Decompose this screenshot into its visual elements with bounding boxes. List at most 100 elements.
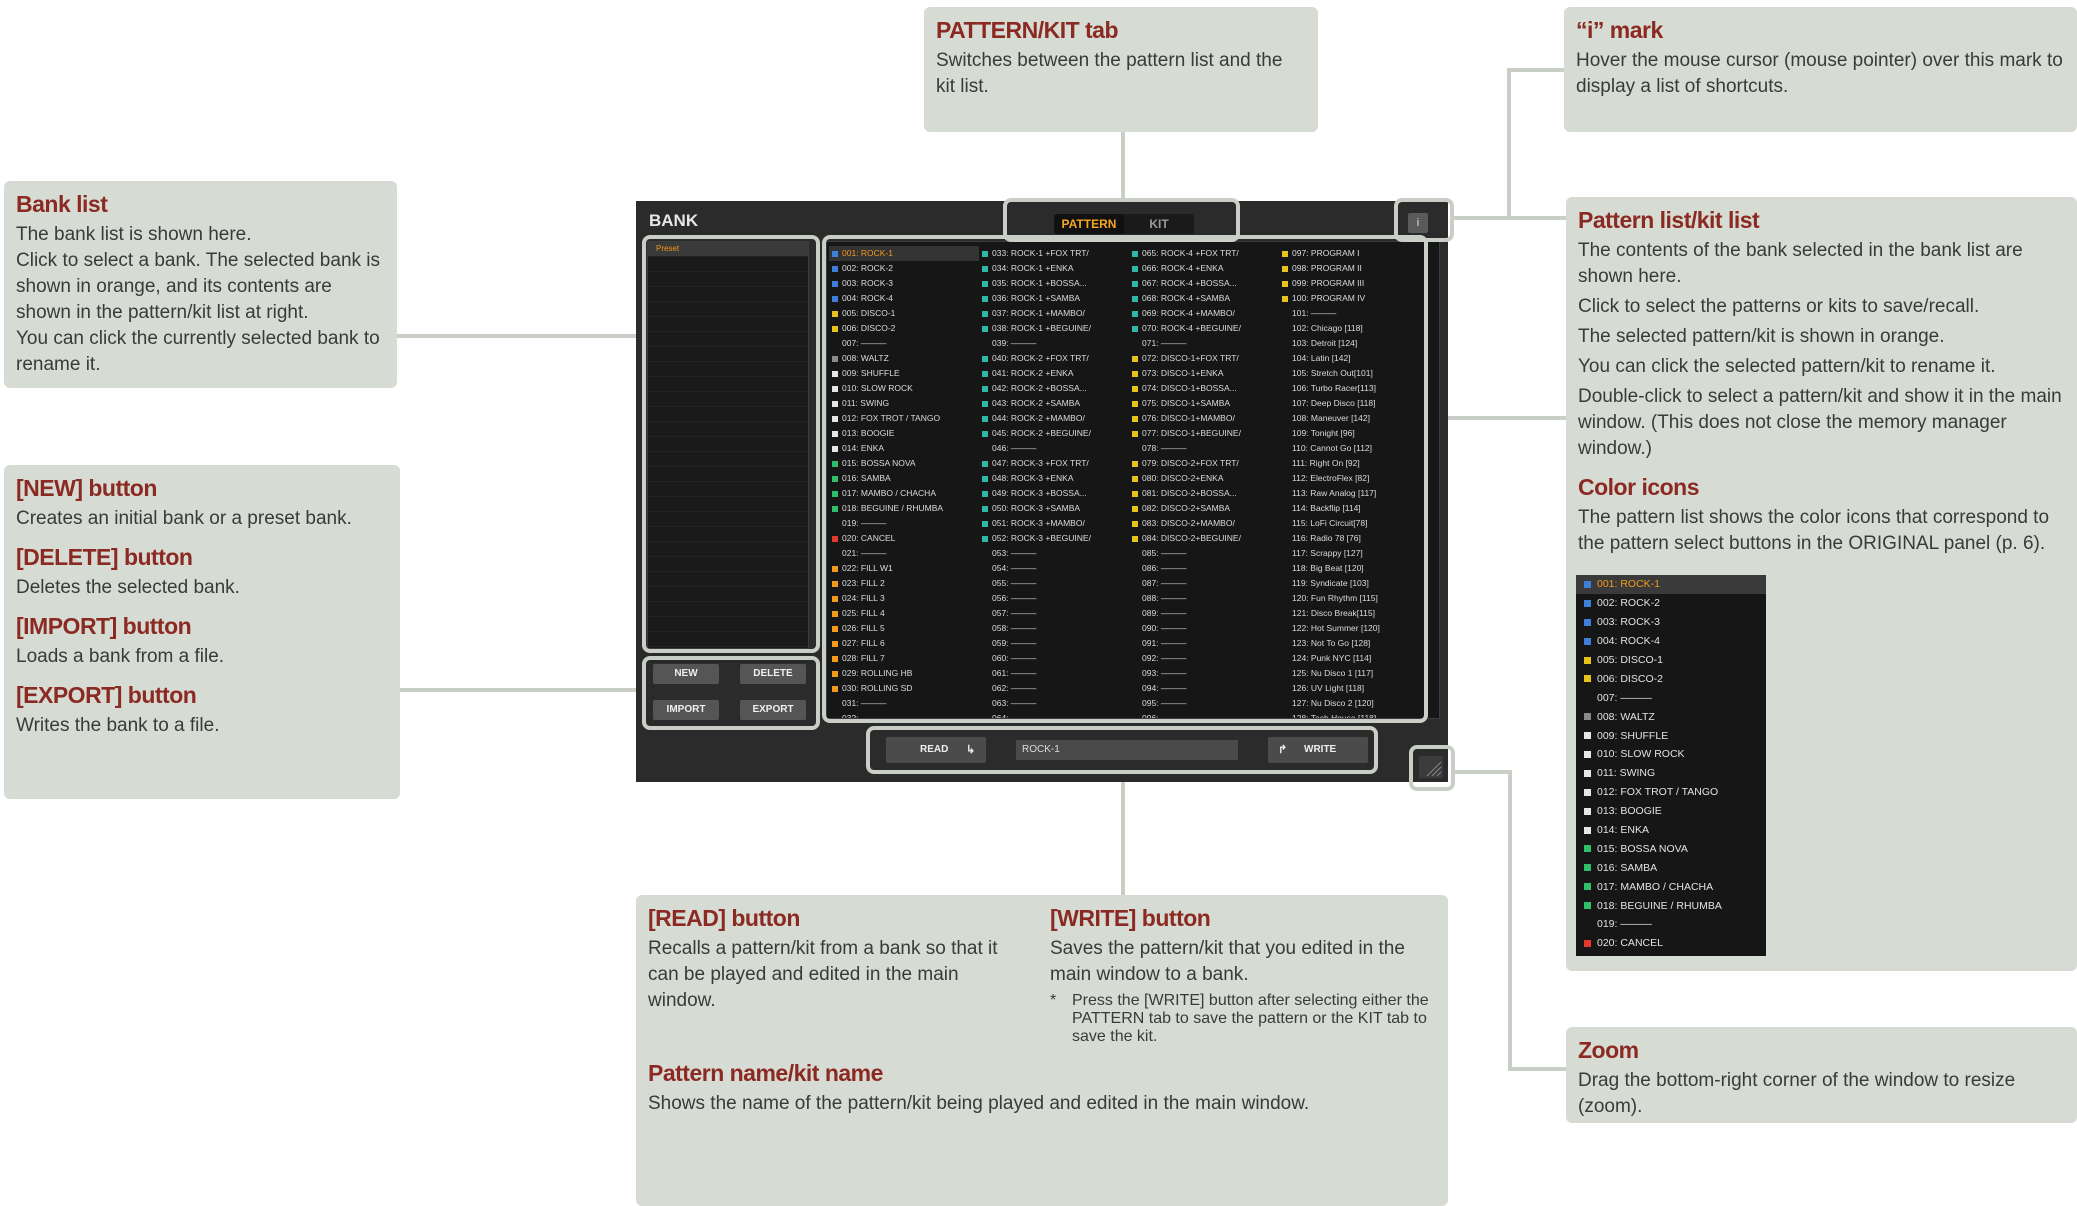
color-list-label: 007: ———: [1597, 691, 1652, 704]
color-list-label: 004: ROCK-4: [1597, 635, 1661, 648]
color-list-label: 017: MAMBO / CHACHA: [1597, 880, 1714, 893]
color-list-item: 010: SLOW ROCK: [1576, 745, 1766, 764]
color-list-label: 016: SAMBA: [1597, 861, 1658, 874]
color-list-item: 004: ROCK-4: [1576, 632, 1766, 651]
color-icon: [1584, 902, 1591, 910]
callout-zoom: Zoom Drag the bottom-right corner of the…: [1566, 1027, 2077, 1123]
color-icon-list: 001: ROCK-1 002: ROCK-2 003: ROCK-3 004: RO…: [1576, 575, 1766, 956]
color-list-label: 005: DISCO-1: [1597, 654, 1663, 666]
callout-heading: “i” mark: [1576, 17, 1663, 43]
color-list-label: 011: SWING: [1597, 767, 1656, 780]
highlight-bank-buttons: [642, 656, 820, 730]
color-list-item: 003: ROCK-3: [1576, 613, 1766, 632]
color-list-label: 009: SHUFFLE: [1597, 729, 1669, 742]
callout-text: The pattern list shows the color icons t…: [1578, 507, 2050, 554]
callout-text: Loads a bank from a file.: [16, 646, 225, 667]
color-list-item: 009: SHUFFLE: [1576, 726, 1766, 745]
color-icon: [1584, 694, 1591, 701]
callout-heading: Zoom: [1578, 1037, 1639, 1063]
note-text: Press the [WRITE] button after selecting…: [1072, 992, 1429, 1045]
color-icon: [1584, 580, 1591, 588]
color-icon: [1584, 921, 1591, 928]
color-icon: [1584, 807, 1591, 815]
callout-heading: [READ] button: [648, 905, 800, 931]
callout-buttons: [NEW] button Creates an initial bank or …: [4, 465, 400, 799]
color-list-label: 003: ROCK-3: [1597, 616, 1661, 629]
callout-text: The contents of the bank selected in the…: [1578, 240, 2023, 287]
color-icon: [1584, 826, 1591, 834]
color-icon: [1584, 732, 1591, 740]
highlight-bank-list: [642, 235, 820, 653]
callout-heading: PATTERN/KIT tab: [936, 17, 1119, 43]
callout-heading: [DELETE] button: [16, 544, 193, 570]
color-icon: [1584, 656, 1591, 664]
callout-text: You can click the selected pattern/kit t…: [1578, 356, 1996, 377]
callout-text: Writes the bank to a file.: [16, 715, 220, 736]
callout-text: Click to select the patterns or kits to …: [1578, 296, 1980, 317]
color-list-label: 001: ROCK-1: [1597, 578, 1661, 591]
color-list-label: 014: ENKA: [1597, 824, 1649, 837]
window-title: BANK: [649, 211, 699, 230]
color-list-item: 005: DISCO-1: [1576, 651, 1766, 670]
callout-text: Switches between the pattern list and th…: [936, 50, 1283, 97]
note-mark: *: [1050, 992, 1057, 1009]
highlight-pattern-list: [822, 235, 1428, 723]
color-list-item: 013: BOOGIE: [1576, 802, 1766, 821]
color-icon: [1584, 713, 1591, 721]
color-icon: [1584, 675, 1591, 683]
color-list-label: 019: ———: [1597, 918, 1652, 931]
color-list-item: 012: FOX TROT / TANGO: [1576, 783, 1766, 802]
color-list-label: 020: CANCEL: [1597, 937, 1663, 950]
callout-text: Drag the bottom-right corner of the wind…: [1578, 1070, 2016, 1117]
callout-heading: [IMPORT] button: [16, 613, 192, 639]
color-list-item: 016: SAMBA: [1576, 858, 1766, 877]
callout-i-mark: “i” mark Hover the mouse cursor (mouse p…: [1564, 7, 2077, 132]
callout-heading: [WRITE] button: [1050, 905, 1211, 931]
color-list-label: 012: FOX TROT / TANGO: [1597, 786, 1719, 799]
highlight-zoom: [1409, 745, 1455, 791]
callout-heading: Pattern list/kit list: [1578, 207, 1760, 233]
color-list-item: 018: BEGUINE / RHUMBA: [1576, 896, 1766, 915]
color-list-item: 014: ENKA: [1576, 821, 1766, 840]
color-list-item: 015: BOSSA NOVA: [1576, 839, 1766, 858]
callout-pattern-kit-tab: PATTERN/KIT tab Switches between the pat…: [924, 7, 1318, 132]
color-list-label: 008: WALTZ: [1597, 710, 1655, 723]
color-list-label: 002: ROCK-2: [1597, 597, 1661, 610]
callout-text: You can click the currently selected ban…: [16, 328, 380, 375]
callout-read-write: [READ] button Recalls a pattern/kit from…: [636, 895, 1448, 1206]
color-list-label: 010: SLOW ROCK: [1597, 748, 1685, 761]
color-list-item: 019: ———: [1576, 915, 1766, 934]
callout-text: Saves the pattern/kit that you edited in…: [1050, 938, 1405, 985]
callout-text: The bank list is shown here.: [16, 224, 252, 245]
callout-bank-list: Bank list The bank list is shown here. C…: [4, 181, 397, 388]
color-icon: [1584, 845, 1591, 853]
callout-note: * Press the [WRITE] button after selecti…: [1050, 992, 1440, 1046]
color-list-item: 017: MAMBO / CHACHA: [1576, 877, 1766, 896]
color-list-item: 011: SWING: [1576, 764, 1766, 783]
color-icon: [1584, 883, 1591, 891]
color-icon: [1584, 637, 1591, 645]
callout-text: Hover the mouse cursor (mouse pointer) o…: [1576, 50, 2063, 97]
color-list-label: 006: DISCO-2: [1597, 672, 1663, 685]
color-list-item: 002: ROCK-2: [1576, 594, 1766, 613]
color-icon: [1584, 788, 1591, 796]
color-list-item: 007: ———: [1576, 688, 1766, 707]
color-list-label: 013: BOOGIE: [1597, 805, 1662, 818]
callout-text: Double-click to select a pattern/kit and…: [1578, 386, 2062, 459]
color-list-item: 006: DISCO-2: [1576, 669, 1766, 688]
callout-heading: Pattern name/kit name: [648, 1060, 883, 1086]
callout-heading: [NEW] button: [16, 475, 157, 501]
callout-text: Shows the name of the pattern/kit being …: [648, 1093, 1310, 1114]
color-list-label: 018: BEGUINE / RHUMBA: [1597, 899, 1722, 912]
color-icon: [1584, 939, 1591, 947]
color-icon: [1584, 618, 1591, 626]
callout-text: Recalls a pattern/kit from a bank so tha…: [648, 938, 998, 1011]
color-icon: [1584, 769, 1591, 777]
color-icon: [1584, 864, 1591, 872]
color-icon: [1584, 750, 1591, 758]
color-icon: [1584, 599, 1591, 607]
callout-heading: Color icons: [1578, 474, 1700, 500]
color-list-label: 015: BOSSA NOVA: [1597, 842, 1688, 855]
callout-heading: [EXPORT] button: [16, 682, 197, 708]
callout-text: Deletes the selected bank.: [16, 577, 240, 598]
